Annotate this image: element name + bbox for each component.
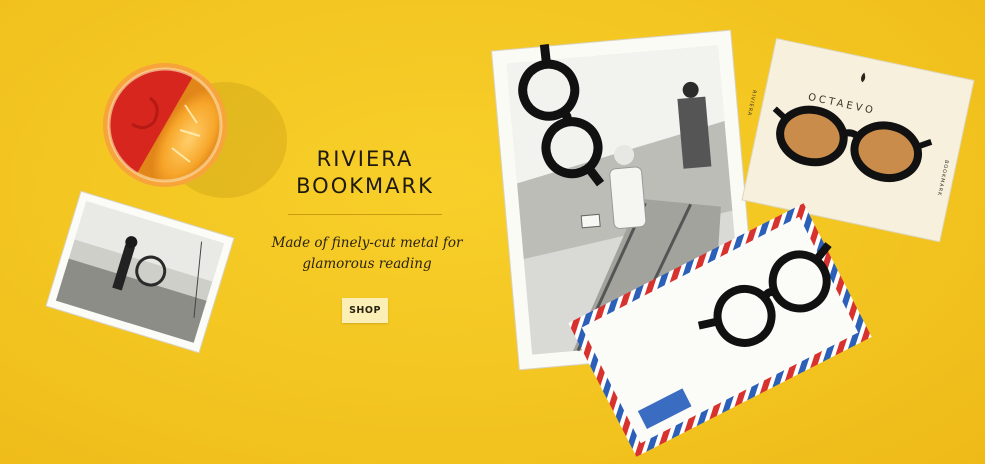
banner-artwork [45,29,975,457]
cocktail-glass-illustration [103,63,287,198]
octaevo-card [741,37,975,243]
title-divider [288,214,442,215]
banner-title: RIVIERA BOOKMARK [280,146,450,200]
subtitle-line-2: glamorous reading [302,256,432,272]
title-line-2: BOOKMARK [296,174,434,198]
shop-button[interactable]: SHOP [342,298,388,323]
title-line-1: RIVIERA [316,147,414,171]
hero-banner: OCTAEVO RIVIERA BOOKMARK RIVIERA BOOKMAR… [0,0,985,464]
subtitle-line-1: Made of finely-cut metal for [271,235,463,251]
vintage-photo-ship [45,190,235,354]
banner-subtitle: Made of finely-cut metal for glamorous r… [262,233,472,275]
